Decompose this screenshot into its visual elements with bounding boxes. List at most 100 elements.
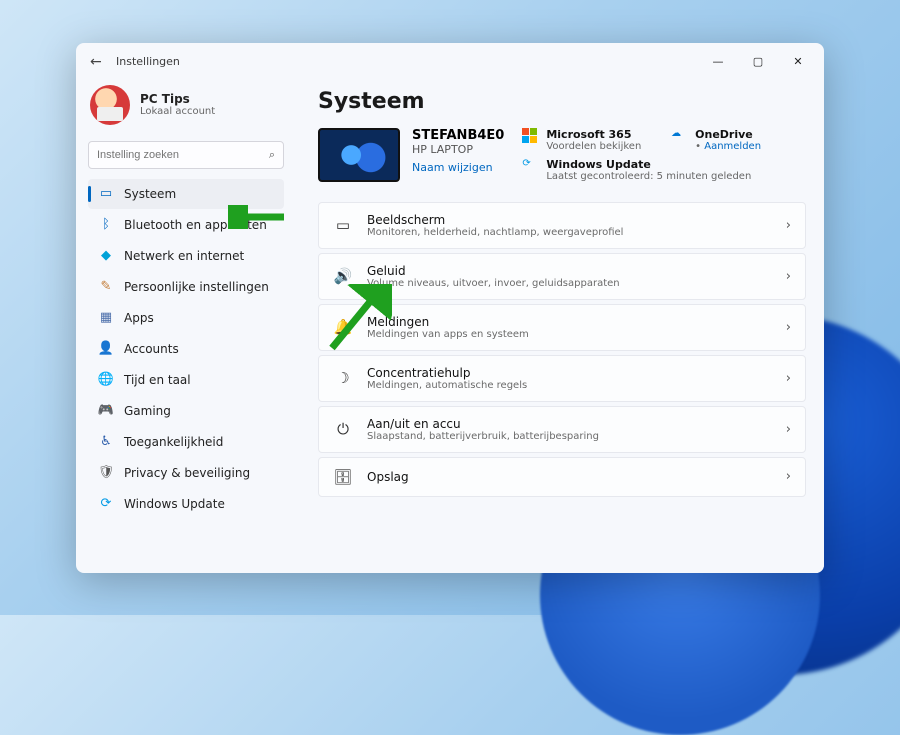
- sidebar-item-gaming[interactable]: 🎮 Gaming: [88, 396, 284, 426]
- card-title: Geluid: [367, 264, 772, 278]
- network-icon: ◆: [98, 248, 114, 264]
- winupdate-sub: Laatst gecontroleerd: 5 minuten geleden: [546, 171, 751, 182]
- card-meldingen[interactable]: 🔔 Meldingen Meldingen van apps en systee…: [318, 304, 806, 351]
- sidebar-item-label: Gaming: [124, 404, 171, 418]
- card-sub: Volume niveaus, uitvoer, invoer, geluids…: [367, 278, 772, 289]
- sidebar-item-label: Netwerk en internet: [124, 249, 244, 263]
- maximize-button[interactable]: ▢: [738, 47, 778, 77]
- device-name: STEFANB4E0: [412, 128, 504, 143]
- power-icon: ⏻: [333, 420, 353, 438]
- bluetooth-icon: ᛒ: [98, 217, 114, 233]
- sidebar-item-label: Toegankelijkheid: [124, 435, 223, 449]
- profile-name: PC Tips: [140, 92, 215, 106]
- sidebar-item-systeem[interactable]: ▭ Systeem: [88, 179, 284, 209]
- sidebar-item-label: Accounts: [124, 342, 179, 356]
- sidebar-item-label: Persoonlijke instellingen: [124, 280, 269, 294]
- ms365-sub: Voordelen bekijken: [546, 141, 641, 152]
- gaming-icon: 🎮: [98, 403, 114, 419]
- personalize-icon: ✎: [98, 279, 114, 295]
- avatar: [90, 85, 130, 125]
- minimize-button[interactable]: —: [698, 47, 738, 77]
- display-icon: ▭: [98, 186, 114, 202]
- card-geluid[interactable]: 🔊 Geluid Volume niveaus, uitvoer, invoer…: [318, 253, 806, 300]
- card-title: Concentratiehulp: [367, 366, 772, 380]
- sidebar-item-tijd-en-taal[interactable]: 🌐 Tijd en taal: [88, 365, 284, 395]
- search-box[interactable]: ⌕: [88, 141, 284, 169]
- device-block: STEFANB4E0 HP LAPTOP Naam wijzigen: [318, 128, 504, 182]
- cards-list: ▭ Beeldscherm Monitoren, helderheid, nac…: [318, 202, 806, 497]
- apps-icon: ▦: [98, 310, 114, 326]
- ms365-title: Microsoft 365: [546, 128, 641, 141]
- card-sub: Meldingen van apps en systeem: [367, 329, 772, 340]
- page-title: Systeem: [318, 89, 806, 114]
- card-beeldscherm[interactable]: ▭ Beeldscherm Monitoren, helderheid, nac…: [318, 202, 806, 249]
- chevron-right-icon: ›: [786, 269, 791, 284]
- sidebar-item-label: Tijd en taal: [124, 373, 191, 387]
- bell-icon: 🔔: [333, 318, 353, 336]
- card-title: Aan/uit en accu: [367, 417, 772, 431]
- search-icon: ⌕: [269, 148, 275, 162]
- time-icon: 🌐: [98, 372, 114, 388]
- search-input[interactable]: [97, 149, 269, 161]
- close-button[interactable]: ✕: [778, 47, 818, 77]
- main-panel: Systeem STEFANB4E0 HP LAPTOP Naam wijzig…: [294, 81, 824, 573]
- sidebar-item-accounts[interactable]: 👤 Accounts: [88, 334, 284, 364]
- monitor-icon: ▭: [333, 216, 353, 234]
- card-sub: Monitoren, helderheid, nachtlamp, weerga…: [367, 227, 772, 238]
- sidebar-item-apps[interactable]: ▦ Apps: [88, 303, 284, 333]
- device-image: [318, 128, 400, 182]
- storage-icon: 🗄: [333, 468, 353, 486]
- ms365-icon: [522, 128, 538, 144]
- profile-block[interactable]: PC Tips Lokaal account: [88, 85, 284, 135]
- chevron-right-icon: ›: [786, 469, 791, 484]
- focus-icon: ☽: [333, 369, 353, 387]
- sidebar-item-label: Apps: [124, 311, 154, 325]
- winupdate-cell[interactable]: ⟳ Windows Update Laatst gecontroleerd: 5…: [522, 158, 806, 182]
- card-title: Beeldscherm: [367, 213, 772, 227]
- card-aan-uit-en-accu[interactable]: ⏻ Aan/uit en accu Slaapstand, batterijve…: [318, 406, 806, 453]
- cloud-grid: Microsoft 365 Voordelen bekijken ☁ OneDr…: [522, 128, 806, 182]
- card-opslag[interactable]: 🗄 Opslag ›: [318, 457, 806, 497]
- update-icon: ⟳: [98, 496, 114, 512]
- update-icon: ⟳: [522, 158, 538, 174]
- sidebar-item-windows-update[interactable]: ⟳ Windows Update: [88, 489, 284, 519]
- sidebar: PC Tips Lokaal account ⌕ ▭ Systeem ᛒ Blueto…: [76, 81, 294, 573]
- back-button[interactable]: ←: [90, 54, 110, 70]
- sidebar-item-netwerk-en-internet[interactable]: ◆ Netwerk en internet: [88, 241, 284, 271]
- sidebar-item-label: Privacy & beveiliging: [124, 466, 250, 480]
- chevron-right-icon: ›: [786, 371, 791, 386]
- nav-list: ▭ Systeem ᛒ Bluetooth en apparaten ◆ Netwerk …: [88, 179, 284, 519]
- sound-icon: 🔊: [333, 267, 353, 285]
- rename-link[interactable]: Naam wijzigen: [412, 161, 493, 174]
- sidebar-item-bluetooth-en-apparaten[interactable]: ᛒ Bluetooth en apparaten: [88, 210, 284, 240]
- device-model: HP LAPTOP: [412, 143, 504, 156]
- card-sub: Meldingen, automatische regels: [367, 380, 772, 391]
- sidebar-item-persoonlijke-instellingen[interactable]: ✎ Persoonlijke instellingen: [88, 272, 284, 302]
- chevron-right-icon: ›: [786, 422, 791, 437]
- settings-window: ← Instellingen — ▢ ✕ PC Tips Lokaal acco…: [76, 43, 824, 573]
- profile-sub: Lokaal account: [140, 106, 215, 117]
- onedrive-cell[interactable]: ☁ OneDrive • Aanmelden: [671, 128, 806, 152]
- ms365-cell[interactable]: Microsoft 365 Voordelen bekijken: [522, 128, 657, 152]
- bottom-fade: [294, 547, 824, 573]
- accounts-icon: 👤: [98, 341, 114, 357]
- sidebar-item-privacy-beveiliging[interactable]: 🛡 Privacy & beveiliging: [88, 458, 284, 488]
- winupdate-title: Windows Update: [546, 158, 751, 171]
- titlebar: ← Instellingen — ▢ ✕: [76, 43, 824, 81]
- card-title: Opslag: [367, 470, 772, 484]
- card-concentratiehulp[interactable]: ☽ Concentratiehulp Meldingen, automatisc…: [318, 355, 806, 402]
- sidebar-item-label: Windows Update: [124, 497, 225, 511]
- window-title: Instellingen: [116, 55, 180, 68]
- card-title: Meldingen: [367, 315, 772, 329]
- card-sub: Slaapstand, batterijverbruik, batterijbe…: [367, 431, 772, 442]
- accessibility-icon: ♿: [98, 434, 114, 450]
- chevron-right-icon: ›: [786, 320, 791, 335]
- onedrive-icon: ☁: [671, 128, 687, 144]
- onedrive-signin[interactable]: Aanmelden: [704, 141, 761, 152]
- sidebar-item-label: Bluetooth en apparaten: [124, 218, 267, 232]
- sidebar-item-label: Systeem: [124, 187, 176, 201]
- chevron-right-icon: ›: [786, 218, 791, 233]
- onedrive-title: OneDrive: [695, 128, 761, 141]
- sidebar-item-toegankelijkheid[interactable]: ♿ Toegankelijkheid: [88, 427, 284, 457]
- privacy-icon: 🛡: [98, 465, 114, 481]
